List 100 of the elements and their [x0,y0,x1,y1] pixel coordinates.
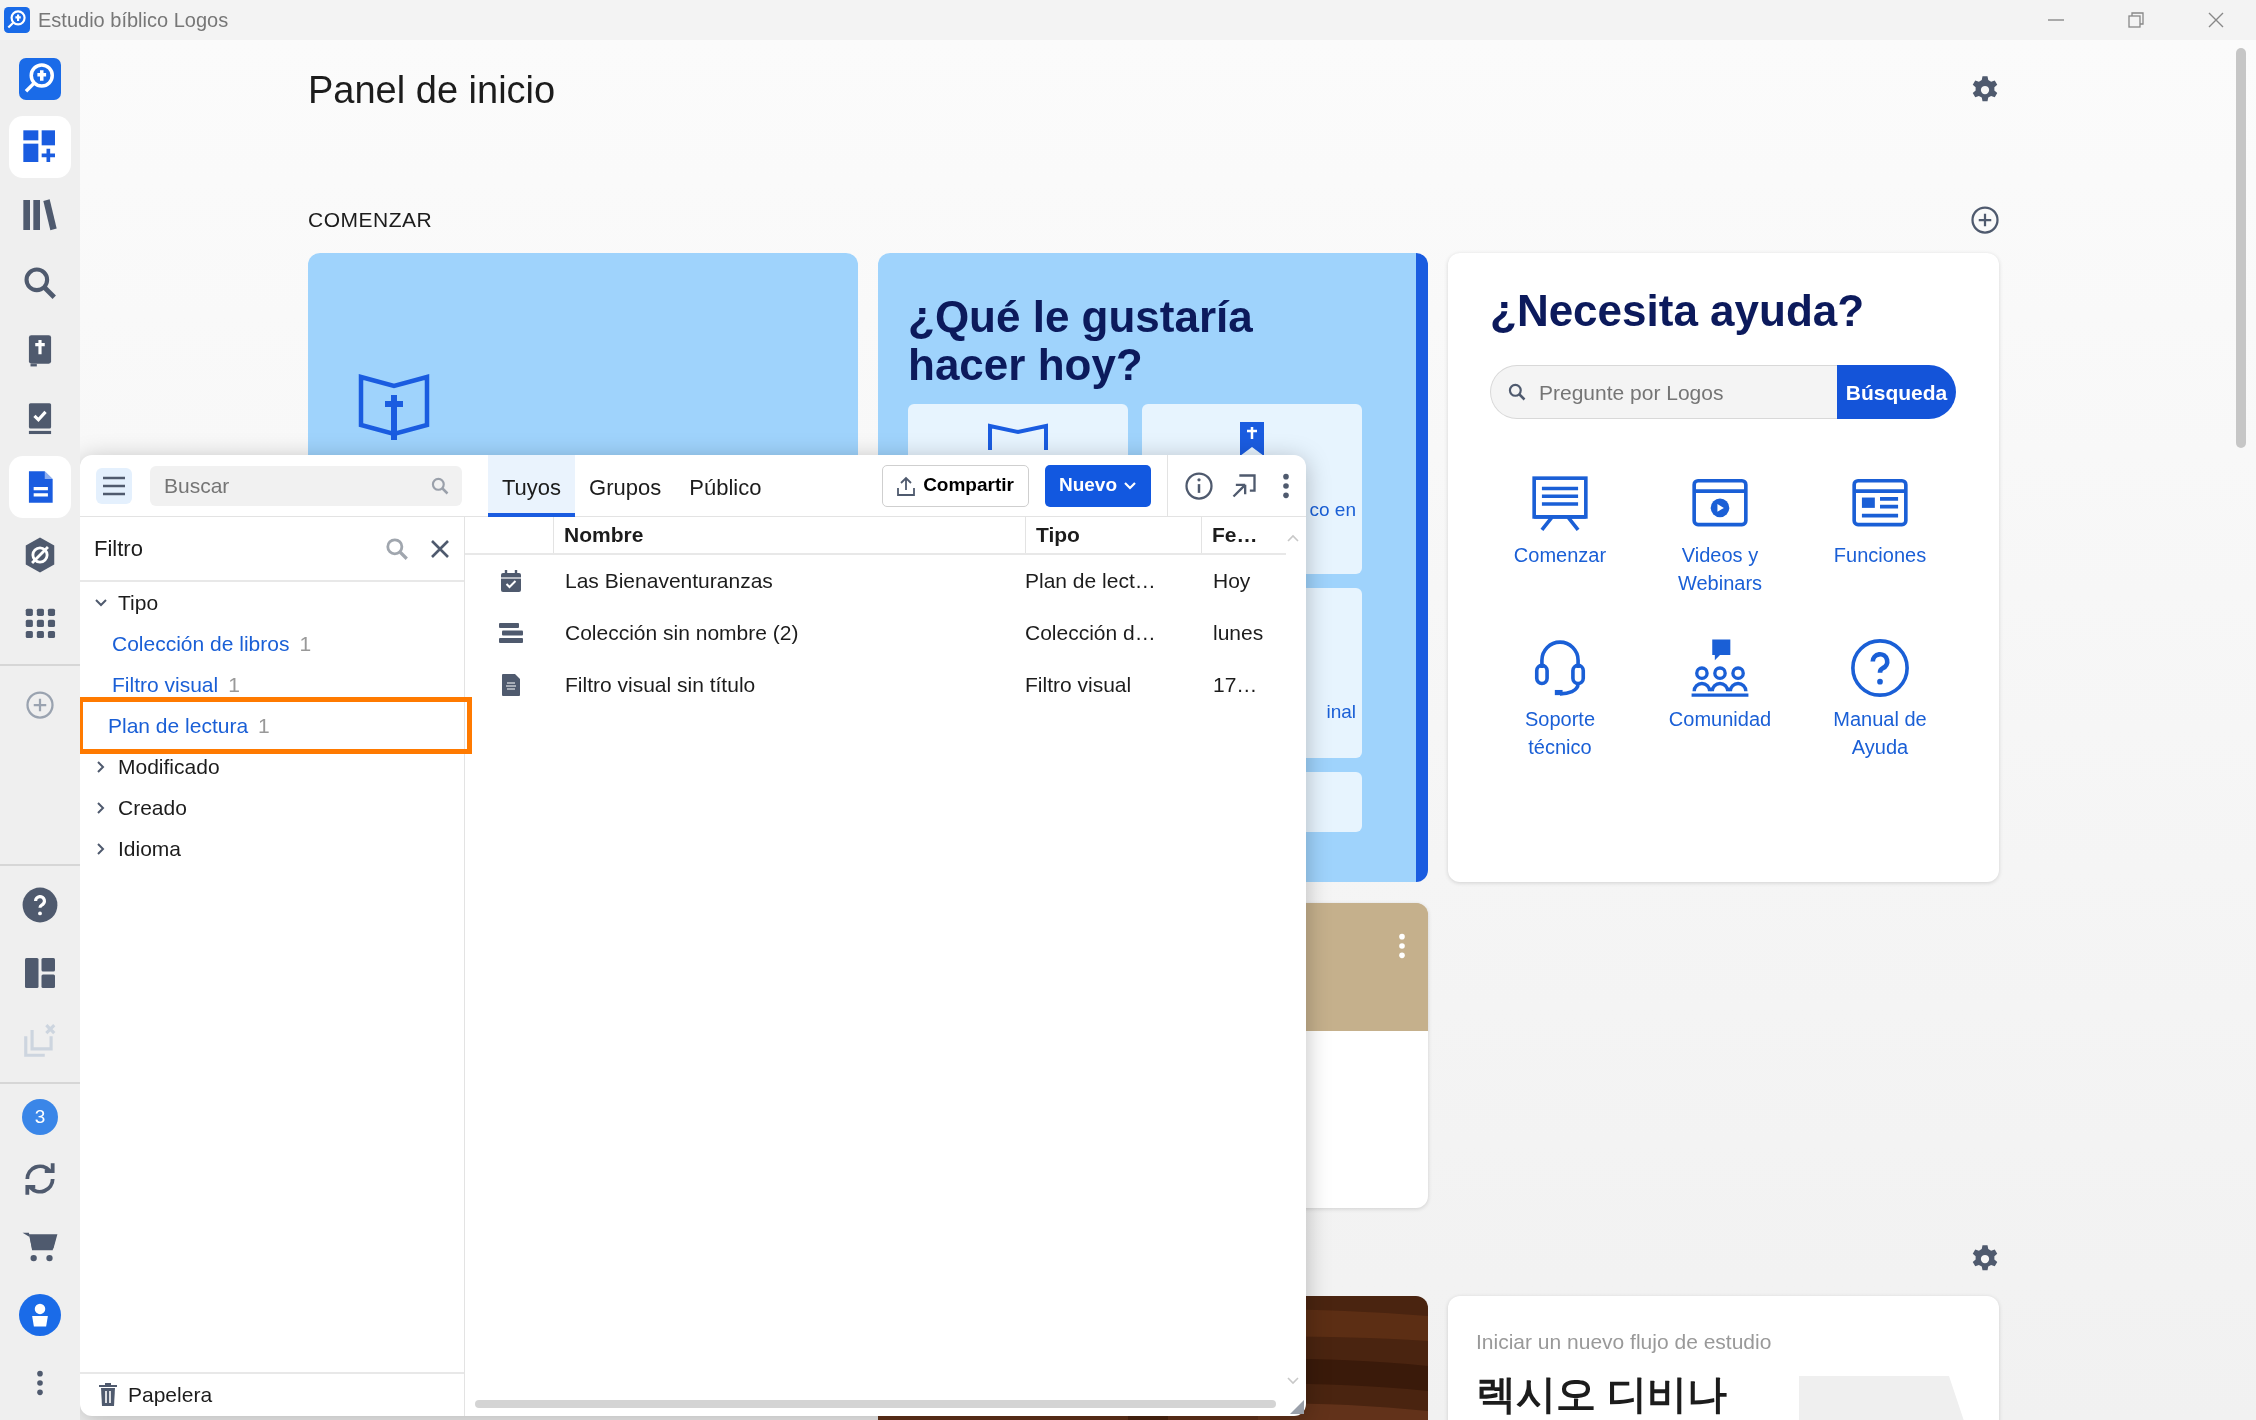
logo-icon [4,7,30,33]
card-title: ¿Necesita ayuda? [1490,287,1866,336]
info-icon [1184,470,1214,501]
help-icon [1849,637,1911,700]
minimize-icon [2048,19,2064,21]
table-row[interactable]: Colección sin nombre (2) Colección d… lunes [465,607,1286,659]
pop-out-button[interactable] [1230,471,1258,500]
help-icon [21,886,59,924]
item-count: 1 [258,712,270,739]
tree-item[interactable]: Tipo [80,582,464,623]
help-link[interactable]: Videos y Webinars [1640,473,1800,598]
name-cell-text: Filtro visual sin título [564,672,757,699]
scrollbar[interactable] [2236,48,2246,448]
search-icon [384,535,410,562]
tree-label: Tipo [118,589,159,616]
tree-item[interactable]: Creado [80,787,464,828]
logo-icon [19,58,61,100]
search-button[interactable]: Búsqueda [1837,365,1956,420]
rail-button[interactable] [9,116,71,178]
type-cell-text: Colección d… [1025,620,1157,647]
filter-option[interactable]: Filtro visual [112,668,219,701]
add-widget-button[interactable] [1970,205,2000,235]
document-icon [501,673,521,697]
filter-option[interactable]: Colección de libros [112,627,290,660]
more-icon [36,1369,44,1397]
name-cell-text: Las Bienaventuranzas [564,568,774,595]
add-icon [1970,205,2000,235]
name-cell-text: Colección sin nombre (2) [564,620,800,647]
search-field[interactable]: Buscar [150,465,462,506]
type-cell-text: Filtro visual [1025,672,1133,699]
tile-label: co en [1309,497,1356,522]
menu-button[interactable] [96,467,132,504]
tree-label: Modificado [118,753,220,780]
user-icon [19,1294,61,1336]
close-button[interactable] [430,538,450,559]
stack-icon [498,622,524,644]
help-link[interactable]: Comunidad [1640,637,1800,762]
filter-option[interactable]: Plan de lectura [108,709,249,742]
notification-count-text: 3 [22,1099,58,1135]
page-title: Panel de inicio [308,68,556,113]
tile-label: inal [1326,699,1356,724]
pop-out-icon [1230,471,1258,500]
pane-title: Filtro [94,535,144,563]
card-title: ¿Qué le gustaría hacer hoy? [908,293,1254,390]
calendar-check-icon [500,569,522,593]
table-row[interactable]: Filtro visual sin título Filtro visual 17… [465,659,1286,711]
window-title: Estudio bíblico Logos [38,8,230,33]
search-field[interactable]: Pregunte por Logos [1490,365,1837,420]
resize-grip-icon [1290,1400,1304,1414]
upload-icon [897,475,916,496]
chevron-down-icon [94,597,108,608]
tab[interactable]: Grupos [575,454,676,517]
chevron-down-icon [1286,1376,1300,1386]
item-count: 1 [299,630,312,657]
new-button[interactable]: Nuevo [1044,464,1151,507]
restore-icon [2128,12,2144,28]
chevron-down-icon [1123,480,1137,491]
table-row[interactable]: Las Bienaventuranzas Plan de lect… Hoy [465,555,1286,607]
people-icon [1689,637,1751,700]
help-link[interactable]: Comenzar [1480,473,1640,598]
date-cell-text: lunes [1212,620,1265,647]
type-cell-text: Plan de lect… [1025,568,1157,595]
card-title: 렉시오 디비나 [1476,1370,1728,1418]
study-flow-card[interactable]: Iniciar un nuevo flujo de estudio 렉시오 디비나 [1448,1296,1999,1420]
help-link[interactable]: Soporte técnico [1480,637,1640,762]
search-input[interactable]: Buscar [162,468,430,503]
search-input[interactable]: Pregunte por Logos [1537,375,1837,410]
more-icon [1282,471,1290,500]
section-title: COMENZAR [308,207,433,234]
tree-item[interactable]: Modificado [80,746,464,787]
close-icon [2208,12,2224,28]
tab[interactable]: Público [675,454,776,517]
more-button[interactable] [1282,471,1290,500]
scrollbar[interactable] [475,1400,1276,1408]
help-link[interactable]: Funciones [1800,473,1960,598]
menu-icon [102,475,126,496]
info-button[interactable] [1184,470,1214,501]
date-cell-text: Hoy [1212,568,1252,595]
share-button[interactable]: Compartir [882,464,1029,507]
column-header[interactable]: Tipo [1036,519,1080,551]
add-icon [25,690,55,720]
trash-label: Papelera [128,1382,213,1409]
search-icon [430,475,450,496]
tree-item[interactable]: Idioma [80,828,464,869]
column-header[interactable]: Fe… [1212,519,1258,551]
search-icon [1507,382,1527,403]
trash-item[interactable]: Papelera [80,1372,464,1416]
close-icon [430,538,450,559]
tree-label: Creado [118,794,187,821]
item-count: 1 [228,671,240,698]
help-link[interactable]: Manual de Ayuda [1800,637,1960,762]
search-icon [21,264,59,302]
chevron-up-icon [1286,533,1300,543]
rail-button[interactable] [9,456,71,518]
tab[interactable]: Tuyos [488,454,576,517]
trash-icon [98,1383,118,1407]
layout-icon [22,955,58,991]
tree-label: Idioma [118,835,182,862]
notification-count[interactable]: 3 [9,1092,71,1142]
column-header[interactable]: Nombre [564,519,644,551]
